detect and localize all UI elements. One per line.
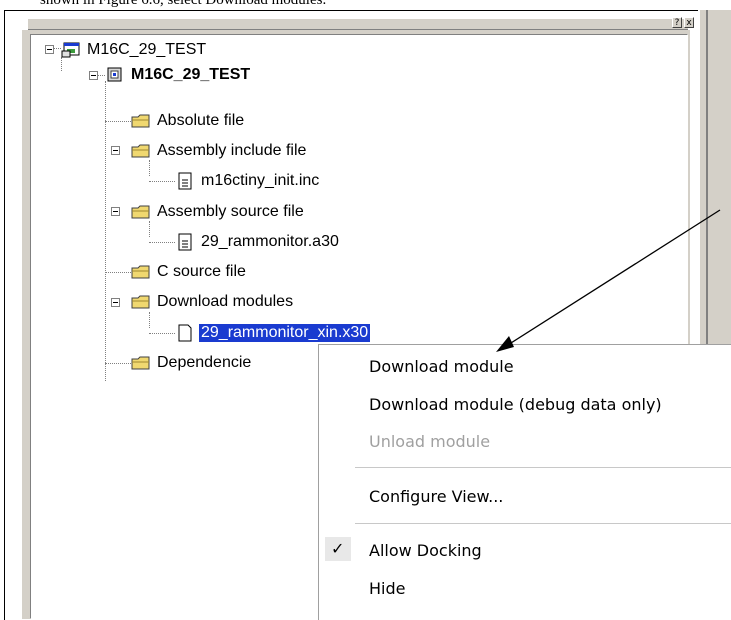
tree-item-c-source[interactable]: C source file [131, 261, 248, 283]
menu-item-download-debug-only[interactable]: Download module (debug data only) [369, 395, 662, 414]
tree-item-label: Assembly include file [157, 142, 307, 159]
tree-item-download-modules[interactable]: Download modules [131, 291, 295, 313]
tree-item-include-file[interactable]: m16ctiny_init.inc [175, 170, 321, 192]
file-icon [178, 233, 192, 251]
panel-buttons: ? x [672, 17, 694, 28]
menu-separator [355, 467, 731, 468]
tree-item-assembly-include[interactable]: Assembly include file [131, 140, 308, 162]
workspace-icon [61, 42, 80, 58]
collapse-icon[interactable] [45, 45, 54, 54]
tree-line [97, 75, 105, 76]
tree-item-download-file[interactable]: 29_rammonitor_xin.x30 [175, 322, 371, 344]
tree-line [149, 160, 150, 176]
tree-line [53, 48, 61, 49]
tree-line [105, 81, 106, 381]
tree-item-assembly-source[interactable]: Assembly source file [131, 201, 306, 223]
tree-item-label: Dependencie [157, 354, 252, 371]
folder-icon [131, 205, 150, 219]
help-button[interactable]: ? [672, 17, 682, 28]
tree-item-root[interactable]: M16C_29_TEST [61, 39, 208, 61]
tree-item-label: 29_rammonitor.a30 [201, 233, 339, 250]
tree-item-absolute-file[interactable]: Absolute file [131, 110, 246, 132]
collapse-icon[interactable] [89, 71, 98, 80]
module-file-icon [178, 324, 192, 342]
project-icon [107, 67, 122, 82]
context-menu: Download module Download module (debug d… [318, 344, 731, 620]
tree-line [149, 333, 175, 334]
tree-line [149, 312, 150, 328]
folder-icon [131, 265, 150, 279]
menu-item-hide[interactable]: Hide [369, 579, 405, 598]
tree-item-source-file[interactable]: 29_rammonitor.a30 [175, 231, 341, 253]
collapse-icon[interactable] [111, 298, 120, 307]
tree-item-label: Assembly source file [157, 203, 304, 220]
instruction-caption: shown in Figure 6.6, select Download mod… [40, 0, 327, 8]
check-icon: ✓ [331, 539, 345, 558]
tree-line [149, 181, 175, 182]
menu-item-download-module[interactable]: Download module [369, 357, 514, 376]
menu-separator [355, 523, 731, 524]
folder-icon [131, 114, 150, 128]
folder-icon [131, 144, 150, 158]
tree-line [105, 121, 131, 122]
panel-titlebar[interactable] [28, 18, 688, 30]
folder-icon [131, 295, 150, 309]
tree-item-project[interactable]: M16C_29_TEST [105, 64, 252, 86]
tree-item-label: C source file [157, 263, 246, 280]
menu-item-configure-view[interactable]: Configure View... [369, 487, 503, 506]
tree-item-label: Download modules [157, 293, 294, 310]
collapse-icon[interactable] [111, 146, 120, 155]
folder-icon [131, 356, 150, 370]
tree-line [149, 242, 175, 243]
tree-line [105, 272, 131, 273]
tree-line [105, 363, 131, 364]
collapse-icon[interactable] [111, 207, 120, 216]
tree-item-dependencies[interactable]: Dependencie [131, 352, 253, 374]
tree-item-label: m16ctiny_init.inc [201, 172, 320, 189]
tree-line [149, 221, 150, 237]
menu-item-allow-docking[interactable]: Allow Docking [369, 541, 482, 560]
menu-item-unload-module: Unload module [369, 432, 491, 451]
tree-item-label: M16C_29_TEST [87, 41, 207, 58]
tree-item-label: Absolute file [157, 112, 245, 129]
tree-item-label-selected: 29_rammonitor_xin.x30 [199, 324, 371, 342]
close-button[interactable]: x [684, 17, 694, 28]
file-icon [178, 172, 192, 190]
tree-item-label: M16C_29_TEST [131, 66, 251, 83]
